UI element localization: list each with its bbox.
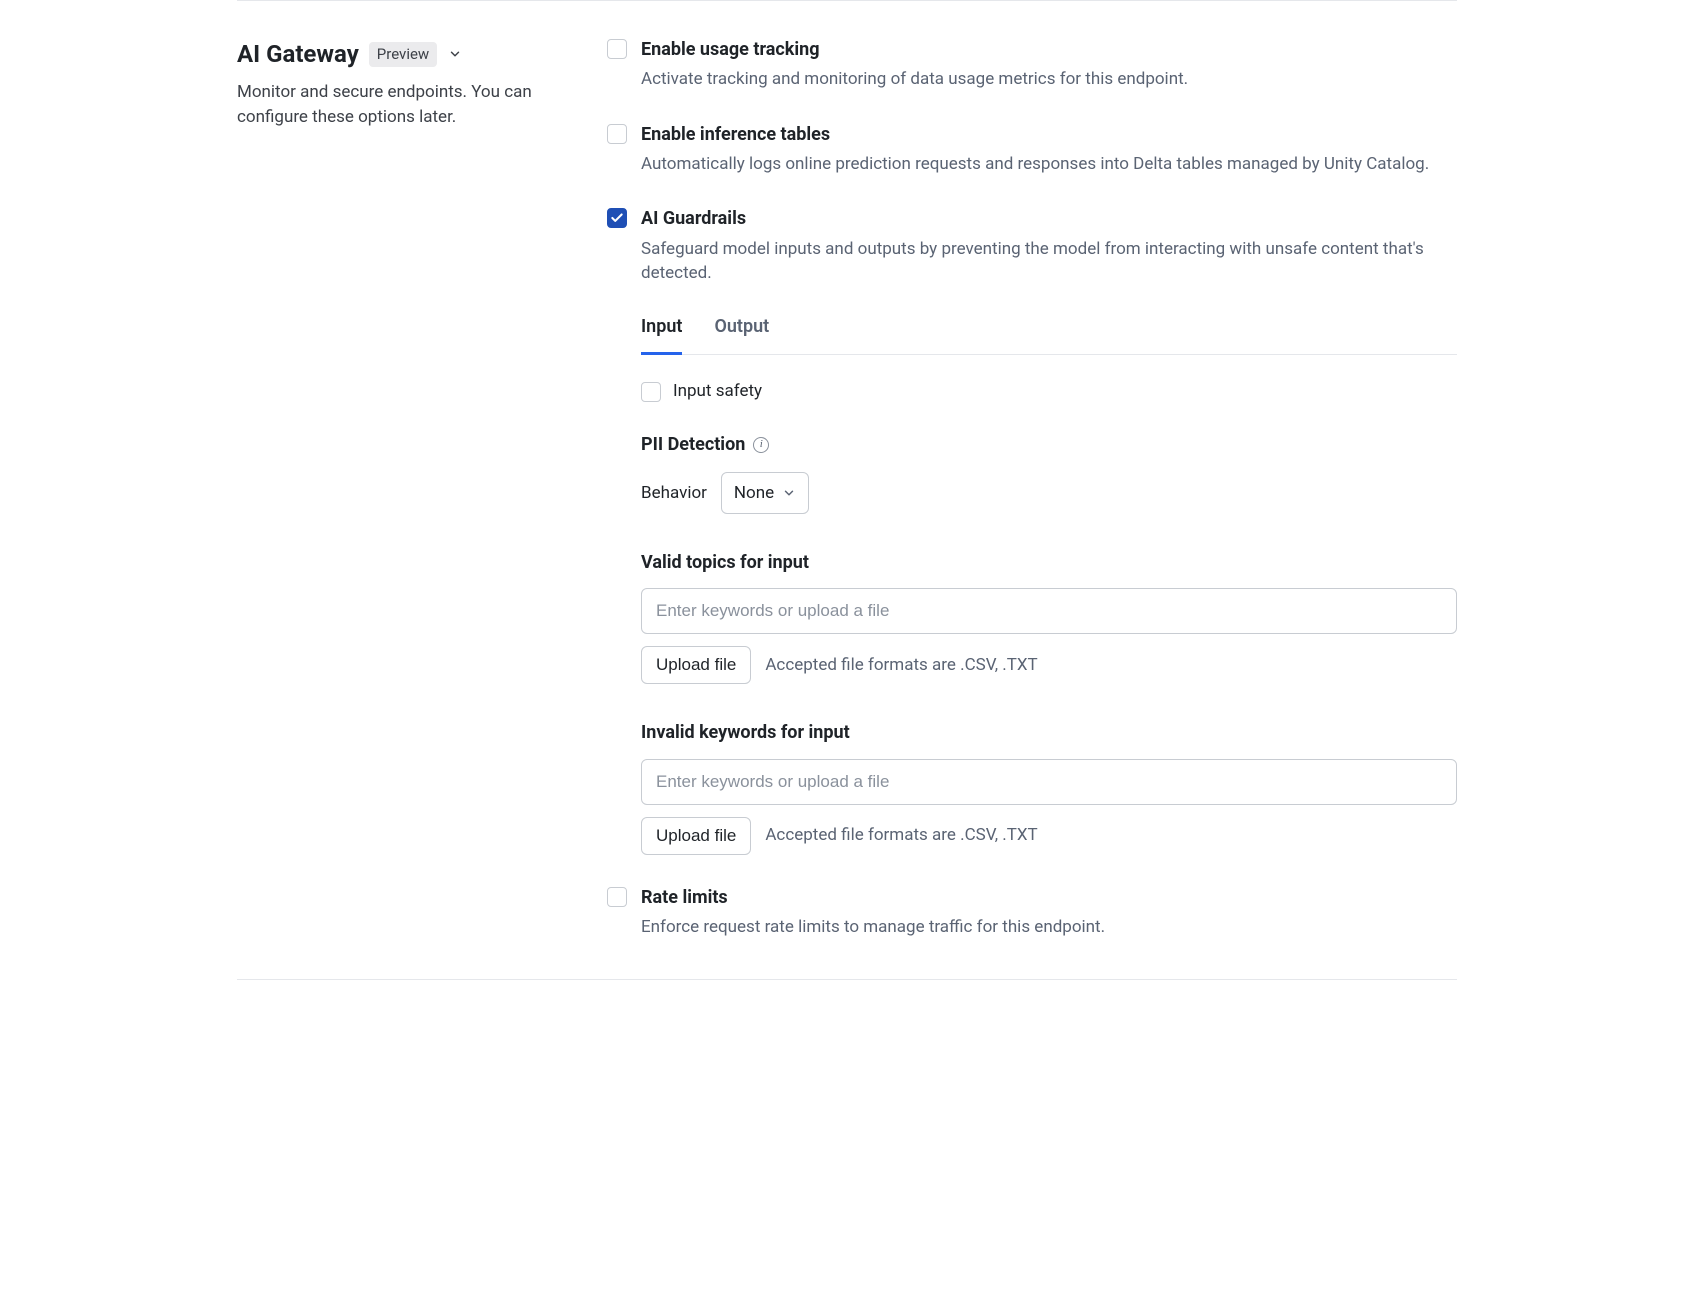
usage-tracking-title: Enable usage tracking bbox=[641, 37, 1457, 63]
valid-topics-hint: Accepted file formats are .CSV, .TXT bbox=[765, 653, 1037, 678]
behavior-select[interactable]: None bbox=[721, 472, 809, 515]
input-safety-checkbox[interactable] bbox=[641, 382, 661, 402]
chevron-down-icon bbox=[782, 486, 796, 500]
valid-topics-input[interactable] bbox=[641, 588, 1457, 634]
guardrails-checkbox[interactable] bbox=[607, 208, 627, 228]
info-icon[interactable]: i bbox=[753, 437, 769, 453]
guardrails-title: AI Guardrails bbox=[641, 206, 1457, 232]
tab-output[interactable]: Output bbox=[714, 306, 769, 355]
pii-heading: PII Detection bbox=[641, 432, 745, 458]
behavior-label: Behavior bbox=[641, 481, 707, 506]
valid-topics-heading: Valid topics for input bbox=[641, 550, 1457, 576]
chevron-down-icon[interactable] bbox=[447, 46, 463, 62]
inference-tables-desc: Automatically logs online prediction req… bbox=[641, 152, 1457, 177]
invalid-keywords-hint: Accepted file formats are .CSV, .TXT bbox=[765, 823, 1037, 848]
section-subtitle: Monitor and secure endpoints. You can co… bbox=[237, 80, 577, 131]
section-title: AI Gateway bbox=[237, 37, 359, 72]
invalid-keywords-input[interactable] bbox=[641, 759, 1457, 805]
usage-tracking-checkbox[interactable] bbox=[607, 39, 627, 59]
invalid-keywords-upload-button[interactable]: Upload file bbox=[641, 817, 751, 855]
inference-tables-title: Enable inference tables bbox=[641, 122, 1457, 148]
rate-limits-title: Rate limits bbox=[641, 885, 1457, 911]
tab-input[interactable]: Input bbox=[641, 306, 682, 355]
guardrails-desc: Safeguard model inputs and outputs by pr… bbox=[641, 237, 1457, 286]
valid-topics-upload-button[interactable]: Upload file bbox=[641, 646, 751, 684]
inference-tables-checkbox[interactable] bbox=[607, 124, 627, 144]
rate-limits-checkbox[interactable] bbox=[607, 887, 627, 907]
input-safety-label: Input safety bbox=[673, 379, 762, 404]
usage-tracking-desc: Activate tracking and monitoring of data… bbox=[641, 67, 1457, 92]
behavior-value: None bbox=[734, 481, 774, 506]
invalid-keywords-heading: Invalid keywords for input bbox=[641, 720, 1457, 746]
rate-limits-desc: Enforce request rate limits to manage tr… bbox=[641, 915, 1457, 940]
preview-badge: Preview bbox=[369, 42, 437, 68]
